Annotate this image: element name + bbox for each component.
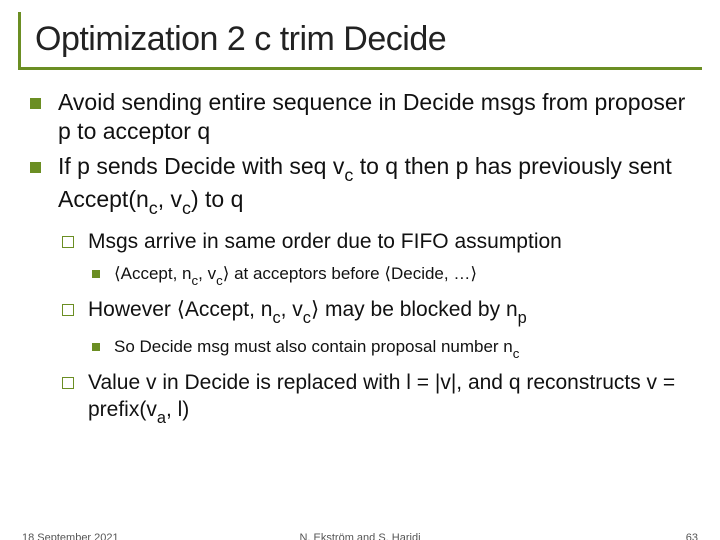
bullet-2: If p sends Decide with seq vc to q then … bbox=[24, 152, 696, 428]
b2a1-b: , v bbox=[198, 264, 216, 283]
b2a1-c: ⟩ at acceptors before ⟨Decide, …⟩ bbox=[223, 264, 477, 283]
b2b-c: ⟩ may be blocked by n bbox=[311, 298, 518, 321]
b2b-s1: c bbox=[272, 309, 280, 327]
sub-c3: c bbox=[182, 198, 191, 218]
footer-date: 18 September 2021 bbox=[22, 532, 119, 540]
b2a1-a: ⟨Accept, n bbox=[114, 264, 192, 283]
b2b1-a: So Decide msg must also contain proposal… bbox=[114, 337, 513, 356]
bullet-2c: Value v in Decide is replaced with l = |… bbox=[58, 369, 696, 428]
b2b-b: , v bbox=[281, 298, 303, 321]
bullet-1: Avoid sending entire sequence in Decide … bbox=[24, 88, 696, 146]
bullet-2a: Msgs arrive in same order due to FIFO as… bbox=[58, 228, 696, 289]
bullet-list-lvl3-a: ⟨Accept, nc, vc⟩ at acceptors before ⟨De… bbox=[88, 263, 696, 288]
bullet-list-lvl3-b: So Decide msg must also contain proposal… bbox=[88, 336, 696, 361]
bullet-list-lvl1: Avoid sending entire sequence in Decide … bbox=[24, 88, 696, 428]
slide-footer: N. Ekström and S. Haridi 18 September 20… bbox=[0, 532, 720, 540]
b2b1-s1: c bbox=[513, 346, 520, 361]
bullet-1-text: Avoid sending entire sequence in Decide … bbox=[58, 89, 685, 144]
bullet-2b1: So Decide msg must also contain proposal… bbox=[88, 336, 696, 361]
b2c-s1: a bbox=[157, 409, 166, 427]
b2a1-s1: c bbox=[192, 273, 199, 288]
bullet-2b: However ⟨Accept, nc, vc⟩ may be blocked … bbox=[58, 296, 696, 361]
sub-c: c bbox=[344, 165, 353, 185]
slide-content: Avoid sending entire sequence in Decide … bbox=[0, 70, 720, 428]
b2b-s3: p bbox=[518, 309, 527, 327]
bullet-2-text-a: If p sends Decide with seq v bbox=[58, 153, 344, 179]
bullet-2a1: ⟨Accept, nc, vc⟩ at acceptors before ⟨De… bbox=[88, 263, 696, 288]
bullet-2-text-c: , v bbox=[158, 186, 182, 212]
footer-page: 63 bbox=[686, 532, 698, 540]
b2c-b: , l) bbox=[166, 398, 189, 421]
bullet-2-text-d: ) to q bbox=[191, 186, 243, 212]
sub-c2: c bbox=[149, 198, 158, 218]
bullet-list-lvl2: Msgs arrive in same order due to FIFO as… bbox=[58, 228, 696, 428]
title-container: Optimization 2 c trim Decide bbox=[18, 12, 702, 70]
bullet-2a-text: Msgs arrive in same order due to FIFO as… bbox=[88, 230, 562, 253]
b2a1-s2: c bbox=[216, 273, 223, 288]
slide-title: Optimization 2 c trim Decide bbox=[35, 20, 702, 59]
b2b-a: However ⟨Accept, n bbox=[88, 298, 272, 321]
b2b-s2: c bbox=[303, 309, 311, 327]
slide: Optimization 2 c trim Decide Avoid sendi… bbox=[0, 12, 720, 540]
